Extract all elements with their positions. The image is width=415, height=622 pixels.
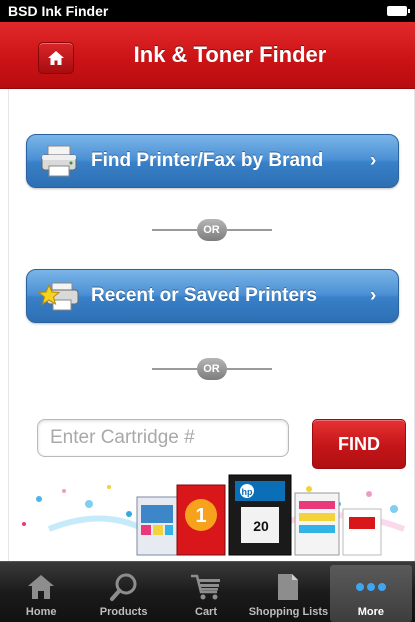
- status-app-name: BSD Ink Finder: [8, 3, 109, 19]
- tab-label: Cart: [195, 606, 218, 618]
- svg-text:hp: hp: [242, 487, 253, 497]
- tab-cart[interactable]: Cart: [165, 562, 247, 622]
- find-button[interactable]: FIND: [312, 419, 406, 469]
- page-title: Ink & Toner Finder: [133, 42, 327, 67]
- cart-icon: [191, 574, 221, 600]
- tab-products[interactable]: Products: [82, 562, 164, 622]
- magnifier-icon: [109, 573, 137, 601]
- home-button[interactable]: [38, 42, 74, 74]
- home-icon: [48, 51, 64, 65]
- banner-cartridge-number: 20: [253, 518, 269, 534]
- tab-bar: Home Products Cart Shopping Lists More: [0, 561, 415, 622]
- tab-home[interactable]: Home: [0, 562, 82, 622]
- tab-more[interactable]: More: [329, 565, 413, 622]
- recent-saved-label: Recent or Saved Printers: [91, 285, 317, 306]
- cartridge-number-input[interactable]: [37, 419, 289, 457]
- find-by-brand-button[interactable]: Find Printer/Fax by Brand ›: [26, 134, 399, 188]
- tab-label: More: [357, 606, 384, 618]
- svg-text:1: 1: [195, 505, 206, 527]
- find-by-brand-label: Find Printer/Fax by Brand: [91, 150, 324, 171]
- star-printer-icon: [37, 276, 81, 316]
- or-divider: OR: [9, 215, 414, 245]
- house-icon: [28, 575, 55, 599]
- tab-label: Home: [25, 606, 57, 618]
- header-bar: Ink & Toner Finder: [0, 22, 415, 89]
- chevron-right-icon: ›: [370, 285, 377, 306]
- or-badge: OR: [196, 219, 227, 241]
- document-icon: [278, 574, 299, 600]
- cartridge-banner: 1 hp 20: [9, 469, 414, 561]
- tab-label: Shopping Lists: [248, 606, 329, 618]
- or-divider: OR: [9, 354, 414, 384]
- status-bar: BSD Ink Finder: [0, 0, 415, 22]
- chevron-right-icon: ›: [370, 150, 377, 171]
- tab-label: Products: [99, 606, 148, 618]
- tab-shopping-lists[interactable]: Shopping Lists: [247, 562, 329, 622]
- or-badge: OR: [196, 358, 227, 380]
- more-dots-icon: [355, 583, 386, 591]
- recent-saved-printers-button[interactable]: Recent or Saved Printers ›: [26, 269, 399, 323]
- battery-icon: [387, 6, 410, 16]
- printer-icon: [37, 141, 81, 181]
- main-content: Find Printer/Fax by Brand › OR Recent or…: [8, 89, 415, 561]
